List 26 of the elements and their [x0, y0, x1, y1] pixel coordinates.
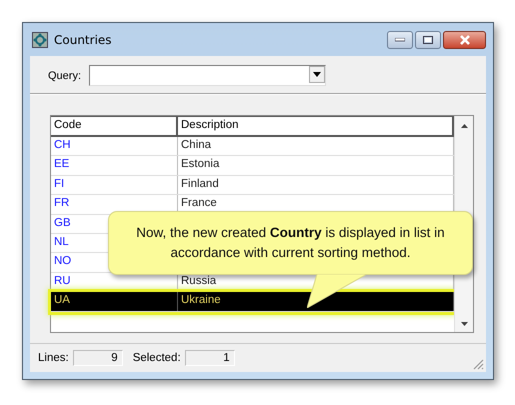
- scroll-up-icon: [460, 124, 468, 128]
- minimize-icon: [395, 38, 405, 42]
- app-icon: [32, 32, 48, 48]
- table-row[interactable]: UA Ukraine: [51, 292, 454, 312]
- scroll-down-icon: [460, 322, 468, 326]
- maximize-icon: [423, 36, 433, 44]
- close-icon: [458, 34, 470, 44]
- maximize-button[interactable]: [415, 30, 441, 48]
- code-cell: CH: [51, 137, 178, 156]
- code-cell: EE: [51, 156, 178, 175]
- query-label: Query:: [48, 70, 82, 82]
- lines-label: Lines:: [38, 352, 69, 364]
- selected-count: 1: [184, 350, 235, 366]
- lines-count: 9: [72, 350, 123, 366]
- code-cell: FI: [51, 176, 178, 194]
- close-button[interactable]: [443, 30, 486, 48]
- dropdown-arrow-icon: [313, 72, 322, 77]
- table-row[interactable]: FI Finland: [51, 176, 454, 196]
- table-row[interactable]: CH China: [51, 137, 454, 156]
- minimize-button[interactable]: [387, 30, 413, 48]
- code-cell: UA: [51, 292, 178, 311]
- window-title: Countries: [54, 32, 112, 46]
- selected-label: Selected:: [132, 352, 181, 364]
- query-dropdown[interactable]: [89, 65, 326, 86]
- resize-grip-icon: [472, 358, 484, 370]
- table-row[interactable]: EE Estonia: [51, 156, 454, 176]
